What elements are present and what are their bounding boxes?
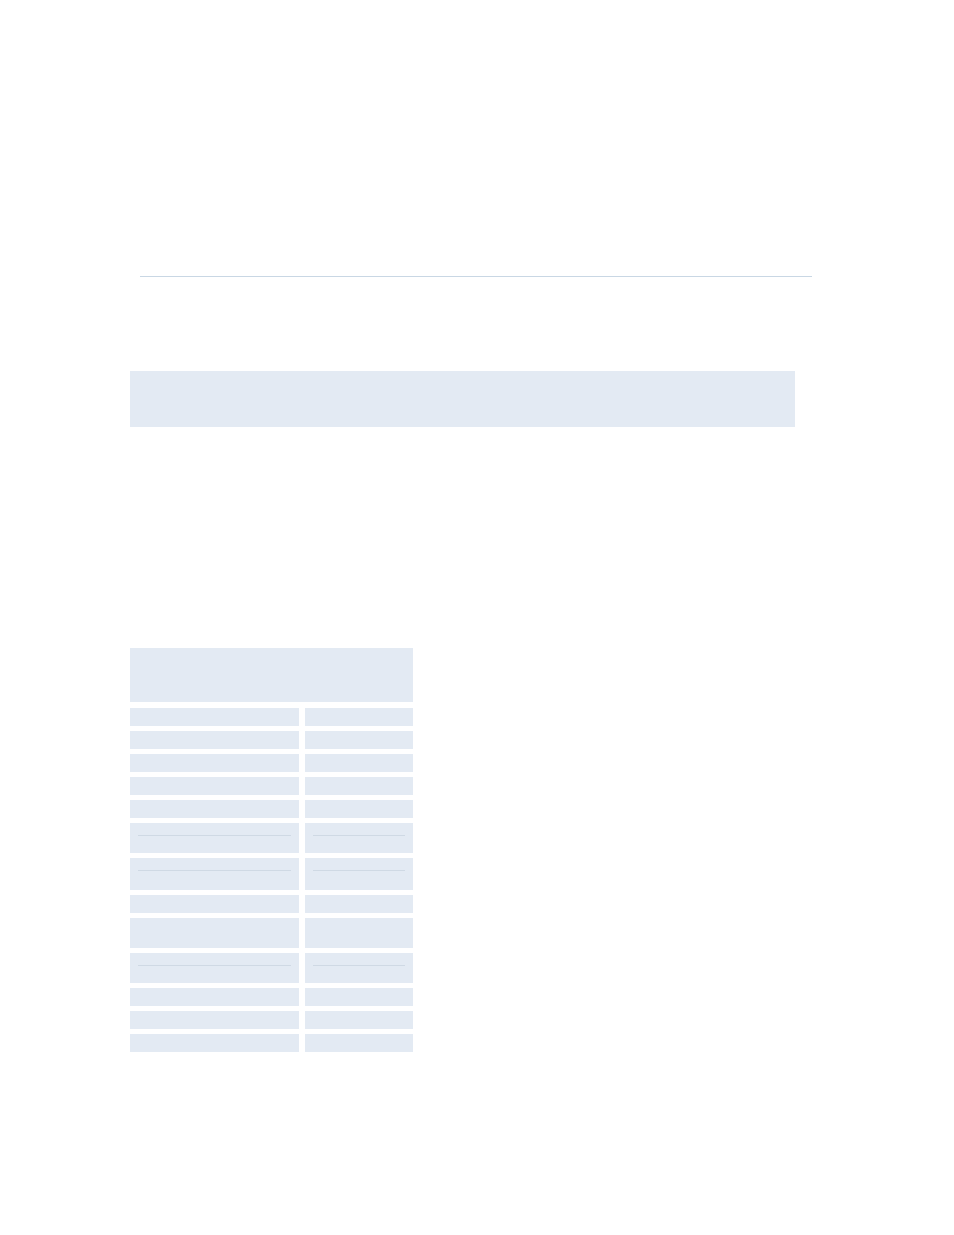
horizontal-rule — [140, 276, 812, 277]
table-row — [130, 823, 413, 853]
table-cell-left — [130, 1034, 299, 1052]
table-row — [130, 708, 413, 726]
table-row — [130, 1011, 413, 1029]
table-cell-right — [305, 895, 413, 913]
table-cell-right — [305, 823, 413, 853]
table-cell-right — [305, 1011, 413, 1029]
table-cell-right — [305, 953, 413, 983]
table-row — [130, 858, 413, 890]
table-row — [130, 754, 413, 772]
table-cell-left — [130, 858, 299, 890]
table-row — [130, 953, 413, 983]
table-cell-left — [130, 754, 299, 772]
table-cell-right — [305, 988, 413, 1006]
table-cell-right — [305, 777, 413, 795]
data-table — [130, 648, 413, 1057]
table-cell-left — [130, 953, 299, 983]
table-cell-right — [305, 858, 413, 890]
table-cell-right — [305, 1034, 413, 1052]
table-row — [130, 731, 413, 749]
highlight-bar — [130, 371, 795, 427]
table-cell-left — [130, 800, 299, 818]
table-row — [130, 777, 413, 795]
table-row — [130, 800, 413, 818]
table-cell-left — [130, 708, 299, 726]
table-row — [130, 918, 413, 948]
table-cell-left — [130, 918, 299, 948]
table-cell-left — [130, 777, 299, 795]
table-row — [130, 1034, 413, 1052]
table-cell-left — [130, 1011, 299, 1029]
table-cell-right — [305, 800, 413, 818]
table-cell-left — [130, 988, 299, 1006]
table-cell-left — [130, 731, 299, 749]
table-cell-right — [305, 708, 413, 726]
table-cell-left — [130, 823, 299, 853]
table-header — [130, 648, 413, 702]
table-row — [130, 988, 413, 1006]
table-cell-right — [305, 731, 413, 749]
table-cell-left — [130, 895, 299, 913]
table-cell-right — [305, 918, 413, 948]
table-cell-right — [305, 754, 413, 772]
table-row — [130, 895, 413, 913]
